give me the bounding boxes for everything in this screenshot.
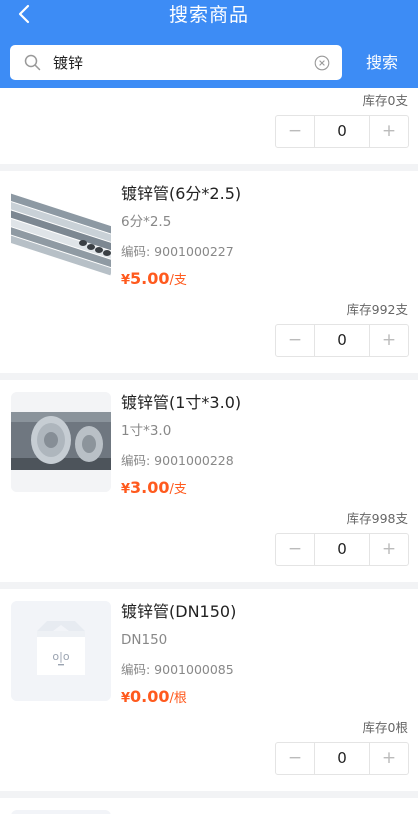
- product-code: 编码: 9001000227: [121, 244, 234, 259]
- quantity-stepper: − 0 +: [275, 742, 409, 775]
- clear-icon[interactable]: [314, 55, 330, 71]
- increase-button[interactable]: +: [369, 743, 408, 774]
- product-spec: 1寸*3.0: [121, 423, 172, 439]
- stock-label: 库存0支: [362, 93, 408, 108]
- quantity-stepper: − 0 +: [275, 533, 409, 566]
- decrease-button[interactable]: −: [276, 116, 315, 147]
- search-button[interactable]: 搜索: [352, 45, 412, 80]
- product-card[interactable]: 镀锌管(6分*2.5) 6分*2.5 编码: 9001000227 ¥5.00/…: [0, 171, 418, 373]
- product-spec: DN150: [121, 632, 168, 648]
- price-currency: ¥: [121, 691, 131, 706]
- price-value: 0.00: [130, 687, 170, 706]
- quantity-value[interactable]: 0: [315, 116, 369, 147]
- product-code: 编码: 9001000085: [121, 662, 234, 677]
- product-price: ¥5.00/支: [121, 269, 187, 291]
- svg-text:o|o: o|o: [52, 650, 69, 663]
- price-currency: ¥: [121, 482, 131, 497]
- product-name[interactable]: 镀锌管(6分*2.5): [121, 184, 241, 204]
- quantity-value[interactable]: 0: [315, 534, 369, 565]
- app-header: 搜索商品 搜索: [0, 0, 418, 88]
- product-name[interactable]: 镀锌管(DN150): [121, 602, 236, 622]
- decrease-button[interactable]: −: [276, 743, 315, 774]
- search-box[interactable]: [10, 45, 342, 80]
- product-price: ¥0.00/根: [121, 687, 187, 709]
- empty-box-icon: o|o: [11, 601, 111, 701]
- product-image[interactable]: [11, 810, 111, 814]
- page-title: 搜索商品: [168, 4, 249, 26]
- increase-button[interactable]: +: [369, 116, 408, 147]
- quantity-stepper: − 0 +: [275, 115, 409, 148]
- search-icon: [24, 54, 41, 71]
- quantity-value[interactable]: 0: [315, 743, 369, 774]
- decrease-button[interactable]: −: [276, 534, 315, 565]
- product-image[interactable]: [11, 183, 111, 283]
- quantity-stepper: − 0 +: [275, 324, 409, 357]
- price-value: 5.00: [130, 269, 170, 288]
- price-currency: ¥: [121, 273, 131, 288]
- product-card[interactable]: o|o 镀锌管(DN150) DN150 编码: 9001000085 ¥0.0…: [0, 589, 418, 791]
- stock-label: 库存992支: [346, 302, 408, 317]
- stock-label: 库存998支: [346, 511, 408, 526]
- price-unit: /根: [169, 691, 187, 706]
- product-image[interactable]: [11, 392, 111, 492]
- product-card[interactable]: [0, 798, 418, 814]
- product-image[interactable]: o|o: [11, 601, 111, 701]
- product-code: 编码: 9001000228: [121, 453, 234, 468]
- price-value: 3.00: [130, 478, 170, 497]
- product-spec: 6分*2.5: [121, 214, 172, 230]
- increase-button[interactable]: +: [369, 325, 408, 356]
- search-input[interactable]: [53, 45, 303, 80]
- product-price: ¥3.00/支: [121, 478, 187, 500]
- product-name[interactable]: 镀锌管(1寸*3.0): [121, 393, 241, 413]
- price-unit: /支: [169, 482, 187, 497]
- price-unit: /支: [169, 273, 187, 288]
- decrease-button[interactable]: −: [276, 325, 315, 356]
- product-card[interactable]: 镀锌管(1寸*3.0) 1寸*3.0 编码: 9001000228 ¥3.00/…: [0, 380, 418, 582]
- product-card: 库存0支 − 0 +: [0, 88, 418, 164]
- increase-button[interactable]: +: [369, 534, 408, 565]
- stock-label: 库存0根: [362, 720, 408, 735]
- quantity-value[interactable]: 0: [315, 325, 369, 356]
